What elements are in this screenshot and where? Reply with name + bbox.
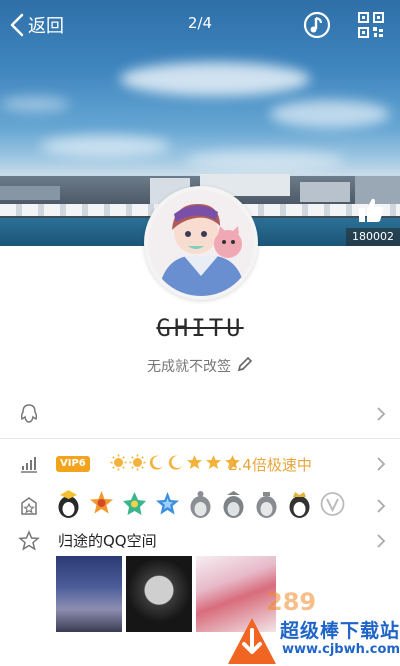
moon-icon xyxy=(148,454,165,471)
cloud xyxy=(120,62,310,96)
page-indicator: 2/4 xyxy=(187,14,213,32)
watermark-url: www.cjbwh.com xyxy=(282,642,400,657)
cloud xyxy=(40,135,170,157)
level-chart-icon xyxy=(18,453,40,475)
cloud xyxy=(270,100,390,128)
penguin-gray-badge-icon[interactable] xyxy=(221,489,246,519)
qr-code-button[interactable] xyxy=(358,12,384,38)
watermark-brand: 超级棒下载站 xyxy=(280,620,400,642)
building xyxy=(0,186,60,200)
chevron-right-icon xyxy=(376,498,386,514)
qzone-title: 归途的QQ空间 xyxy=(58,532,157,550)
v-badge-icon[interactable] xyxy=(320,489,345,519)
signature-row[interactable]: 无成就不改签 xyxy=(0,356,400,376)
crown-badge-icon[interactable] xyxy=(122,489,147,519)
sun-icon xyxy=(129,454,146,471)
blue-star-badge-icon[interactable] xyxy=(155,489,180,519)
vip-tag: VIP6 xyxy=(56,456,90,472)
vip-level-row[interactable]: VIP6 2.4倍极速中 xyxy=(0,446,400,482)
avatar-illustration xyxy=(148,190,254,296)
badge-list xyxy=(56,489,345,519)
building xyxy=(300,182,350,202)
chevron-right-icon xyxy=(376,456,386,472)
qr-code-icon xyxy=(358,12,384,38)
avatar[interactable] xyxy=(144,186,258,300)
like-count: 180002 xyxy=(346,228,400,246)
divider xyxy=(0,438,400,439)
nickname: GHITU xyxy=(156,314,244,342)
cloud xyxy=(185,150,345,170)
cloud xyxy=(0,96,70,112)
photo-thumbnail[interactable] xyxy=(56,556,122,632)
music-note-icon xyxy=(303,11,331,39)
sun-icon xyxy=(110,454,127,471)
speed-text: 2.4倍极速中 xyxy=(228,456,312,474)
moon-icon xyxy=(167,454,184,471)
thumbs-up-icon xyxy=(359,198,384,222)
star-level-icon xyxy=(205,454,222,471)
star-level-icon xyxy=(186,454,203,471)
penguin-gray-badge-icon[interactable] xyxy=(188,489,213,519)
medal-icon xyxy=(18,495,40,517)
qq-account-row[interactable] xyxy=(0,394,400,434)
qzone-row[interactable]: 归途的QQ空间 xyxy=(0,526,400,556)
pencil-icon[interactable] xyxy=(237,356,253,376)
chevron-right-icon xyxy=(376,406,386,422)
star-badge-icon[interactable] xyxy=(89,489,114,519)
penguin-crown-badge-icon[interactable] xyxy=(287,489,312,519)
photo-thumbnail[interactable] xyxy=(126,556,192,632)
signature-text: 无成就不改签 xyxy=(147,359,231,375)
top-bar: 返回 2/4 xyxy=(0,0,400,50)
penguin-badge-icon[interactable] xyxy=(56,489,81,519)
penguin-icon xyxy=(18,403,40,425)
level-icons xyxy=(110,454,241,471)
badges-row[interactable] xyxy=(0,486,400,526)
penguin-gray-badge-icon[interactable] xyxy=(254,489,279,519)
star-icon xyxy=(18,530,40,552)
svg-text:289: 289 xyxy=(266,588,316,616)
chevron-right-icon xyxy=(376,533,386,549)
like-button[interactable] xyxy=(356,196,386,224)
music-button[interactable] xyxy=(302,10,332,40)
